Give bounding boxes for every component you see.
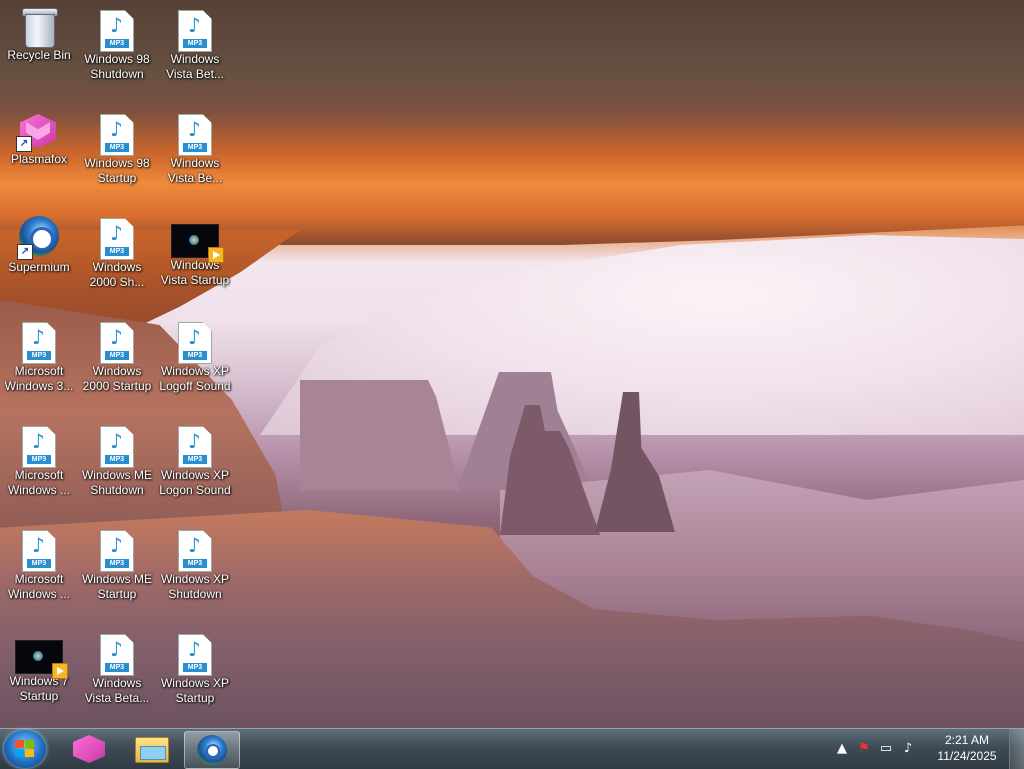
system-tray: ▲ ⚑ ▭ ♪ 2:21 AM 11/24/2025 (834, 729, 1024, 769)
desktop-icon-plasmafox[interactable]: ↗ Plasmafox (0, 112, 78, 167)
shortcut-arrow-icon: ↗ (16, 136, 32, 152)
start-button[interactable] (4, 730, 46, 768)
desktop-icon-mp3[interactable]: ♪ MP3 Windows 98 Shutdown (78, 8, 156, 82)
plasmafox-icon: ↗ (16, 112, 62, 152)
desktop-icon-label: Windows Vista Bet... (166, 52, 224, 81)
plasmafox-icon (73, 735, 105, 763)
desktop-icon-mp3[interactable]: ♪ MP3 Windows ME Shutdown (78, 424, 156, 498)
network-icon[interactable]: ▭ (878, 741, 894, 757)
mp3-file-icon: ♪ MP3 (100, 322, 134, 364)
mp3-file-icon: ♪ MP3 (100, 218, 134, 260)
desktop-icon-mp3[interactable]: ♪ MP3 Windows XP Shutdown (156, 528, 234, 602)
mp3-file-icon: ♪ MP3 (22, 426, 56, 468)
desktop-icon-video[interactable]: Windows Vista Startup (156, 216, 234, 288)
mp3-file-icon: ♪ MP3 (22, 530, 56, 572)
desktop-icon-recycle-bin[interactable]: Recycle Bin (0, 6, 78, 63)
desktop-icon-label: Windows 98 Shutdown (84, 52, 150, 81)
desktop-icon-label: Windows XP Logoff Sound (159, 364, 231, 393)
taskbar-button-explorer[interactable] (124, 731, 178, 767)
desktop-icon-label: Windows 2000 Startup (82, 364, 152, 393)
show-hidden-icons-icon[interactable]: ▲ (834, 741, 850, 757)
supermium-icon (197, 735, 227, 765)
desktop-icon-label: Supermium (8, 260, 70, 274)
mp3-file-icon: ♪ MP3 (100, 10, 134, 52)
desktop-icon-label: Recycle Bin (7, 48, 71, 62)
windows-logo-icon (15, 740, 35, 758)
desktop-icon-supermium[interactable]: ↗ Supermium (0, 216, 78, 275)
taskbar-button-supermium[interactable] (184, 731, 240, 769)
desktop-icon-mp3[interactable]: ♪ MP3 Microsoft Windows ... (0, 424, 78, 498)
desktop-icon-mp3[interactable]: ♪ MP3 Windows XP Logoff Sound (156, 320, 234, 394)
desktop-icon-mp3[interactable]: ♪ MP3 Windows Vista Be... (156, 112, 234, 186)
mp3-file-icon: ♪ MP3 (100, 426, 134, 468)
shortcut-arrow-icon: ↗ (17, 244, 33, 260)
clock[interactable]: 2:21 AM 11/24/2025 (932, 732, 1002, 764)
desktop-icon-label: Windows Vista Be... (167, 156, 223, 185)
desktop-icon-label: Microsoft Windows ... (7, 468, 70, 497)
desktop-icon-mp3[interactable]: ♪ MP3 Windows ME Startup (78, 528, 156, 602)
mp3-file-icon: ♪ MP3 (100, 634, 134, 676)
mp3-file-icon: ♪ MP3 (100, 114, 134, 156)
desktop-icon-label: Microsoft Windows 3... (4, 364, 74, 393)
desktop-icon-mp3[interactable]: ♪ MP3 Windows Vista Beta... (78, 632, 156, 706)
supermium-icon: ↗ (17, 216, 61, 260)
video-file-icon (15, 640, 68, 679)
desktop-icon-mp3[interactable]: ♪ MP3 Windows XP Startup (156, 632, 234, 706)
clock-date: 11/24/2025 (937, 749, 997, 763)
desktop-icon-mp3[interactable]: ♪ MP3 Microsoft Windows ... (0, 528, 78, 602)
taskbar: ▲ ⚑ ▭ ♪ 2:21 AM 11/24/2025 (0, 728, 1024, 769)
desktop-icon-label: Windows XP Startup (160, 676, 230, 705)
show-desktop-button[interactable] (1009, 729, 1024, 769)
desktop-icon-label: Windows 2000 Sh... (89, 260, 145, 289)
desktop-icon-mp3[interactable]: ♪ MP3 Windows 2000 Startup (78, 320, 156, 394)
desktop-icon-label: Plasmafox (10, 152, 68, 166)
video-file-icon (171, 224, 224, 263)
mp3-file-icon: ♪ MP3 (178, 322, 212, 364)
desktop-icon-video[interactable]: Windows 7 Startup (0, 632, 78, 704)
mp3-file-icon: ♪ MP3 (178, 426, 212, 468)
mp3-file-icon: ♪ MP3 (22, 322, 56, 364)
desktop-icon-label: Windows XP Shutdown (160, 572, 230, 601)
volume-icon[interactable]: ♪ (900, 741, 916, 757)
desktop-icon-label: Windows XP Logon Sound (159, 468, 231, 497)
desktop-icon-label: Windows 98 Startup (84, 156, 150, 185)
desktop-icon-label: Windows Vista Beta... (84, 676, 150, 705)
mp3-file-icon: ♪ MP3 (178, 634, 212, 676)
desktop-icon-mp3[interactable]: ♪ MP3 Windows XP Logon Sound (156, 424, 234, 498)
clock-time: 2:21 AM (944, 733, 990, 747)
desktop-icon-mp3[interactable]: ♪ MP3 Windows 98 Startup (78, 112, 156, 186)
desktop[interactable]: Recycle Bin ↗ Plasmafox ↗ Supermium ♪ MP3… (0, 0, 1024, 728)
desktop-icon-mp3[interactable]: ♪ MP3 Windows Vista Bet... (156, 8, 234, 82)
recycle-bin-icon (22, 6, 58, 48)
folder-icon (135, 737, 169, 763)
desktop-icon-mp3[interactable]: ♪ MP3 Windows 2000 Sh... (78, 216, 156, 290)
desktop-icon-label: Windows ME Shutdown (81, 468, 152, 497)
action-center-icon[interactable]: ⚑ (856, 741, 872, 757)
mp3-file-icon: ♪ MP3 (178, 10, 212, 52)
desktop-icon-label: Microsoft Windows ... (7, 572, 70, 601)
mp3-file-icon: ♪ MP3 (178, 114, 212, 156)
taskbar-button-plasmafox[interactable] (62, 731, 116, 767)
mp3-file-icon: ♪ MP3 (178, 530, 212, 572)
desktop-icon-mp3[interactable]: ♪ MP3 Microsoft Windows 3... (0, 320, 78, 394)
wallpaper-mesa (300, 380, 460, 490)
desktop-icon-label: Windows ME Startup (81, 572, 152, 601)
mp3-file-icon: ♪ MP3 (100, 530, 134, 572)
